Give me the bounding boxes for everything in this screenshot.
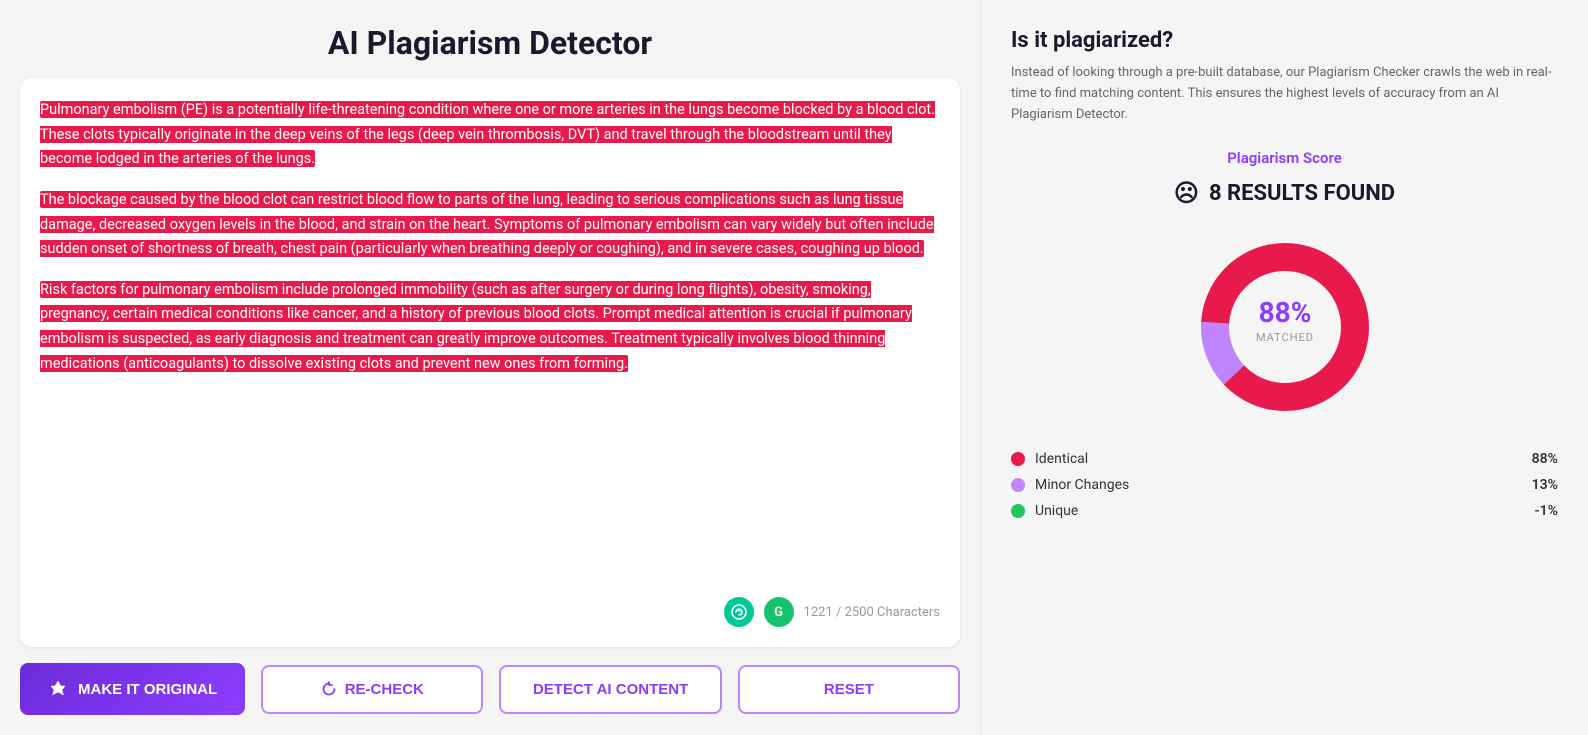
plagiarism-description: Instead of looking through a pre-built d… bbox=[1011, 63, 1558, 125]
donut-chart: 88% MATCHED bbox=[1185, 227, 1385, 427]
minor-pct: 13% bbox=[1522, 477, 1558, 493]
grammarly-icon[interactable]: G bbox=[764, 597, 794, 627]
is-plagiarized-title: Is it plagiarized? bbox=[1011, 28, 1558, 53]
paragraph-2: The blockage caused by the blood clot ca… bbox=[40, 188, 940, 262]
reset-button[interactable]: RESET bbox=[738, 665, 960, 714]
highlight-span: The blockage caused by the blood clot ca… bbox=[40, 191, 934, 257]
diamond-icon bbox=[48, 679, 68, 699]
sad-face-icon: ☹ bbox=[1174, 179, 1199, 207]
char-count: 1221 / 2500 Characters bbox=[804, 605, 940, 620]
page-title: AI Plagiarism Detector bbox=[20, 0, 960, 78]
highlighted-text[interactable]: Pulmonary embolism (PE) is a potentially… bbox=[40, 98, 940, 585]
quillbot-icon[interactable] bbox=[724, 597, 754, 627]
bottom-buttons: MAKE IT ORIGINAL RE-CHECK DETECT AI CONT… bbox=[20, 663, 960, 715]
score-label: Plagiarism Score bbox=[1011, 149, 1558, 167]
identical-pct: 88% bbox=[1522, 451, 1558, 467]
paragraph-1: Pulmonary embolism (PE) is a potentially… bbox=[40, 98, 940, 172]
donut-percentage: 88% bbox=[1258, 296, 1311, 329]
text-footer: G 1221 / 2500 Characters bbox=[40, 597, 940, 627]
left-panel: AI Plagiarism Detector Pulmonary embolis… bbox=[0, 0, 980, 735]
recheck-icon bbox=[321, 681, 337, 697]
text-area-container: Pulmonary embolism (PE) is a potentially… bbox=[20, 78, 960, 647]
detect-ai-button[interactable]: DETECT AI CONTENT bbox=[499, 665, 721, 714]
minor-dot bbox=[1011, 478, 1025, 492]
make-original-button[interactable]: MAKE IT ORIGINAL bbox=[20, 663, 245, 715]
legend-item-minor: Minor Changes 13% bbox=[1011, 477, 1558, 493]
unique-pct: -1% bbox=[1522, 503, 1558, 519]
right-panel: Is it plagiarized? Instead of looking th… bbox=[980, 0, 1588, 735]
legend: Identical 88% Minor Changes 13% Unique -… bbox=[1011, 451, 1558, 519]
unique-label: Unique bbox=[1035, 503, 1512, 519]
identical-dot bbox=[1011, 452, 1025, 466]
identical-label: Identical bbox=[1035, 451, 1512, 467]
recheck-button[interactable]: RE-CHECK bbox=[261, 665, 483, 714]
minor-label: Minor Changes bbox=[1035, 477, 1512, 493]
unique-dot bbox=[1011, 504, 1025, 518]
donut-matched-label: MATCHED bbox=[1255, 331, 1313, 344]
highlight-span: Risk factors for pulmonary embolism incl… bbox=[40, 281, 912, 372]
legend-item-unique: Unique -1% bbox=[1011, 503, 1558, 519]
results-found: ☹ 8 RESULTS FOUND bbox=[1011, 179, 1558, 207]
highlight-span: Pulmonary embolism (PE) is a potentially… bbox=[40, 101, 935, 167]
donut-chart-container: 88% MATCHED bbox=[1011, 227, 1558, 427]
paragraph-3: Risk factors for pulmonary embolism incl… bbox=[40, 278, 940, 377]
legend-item-identical: Identical 88% bbox=[1011, 451, 1558, 467]
